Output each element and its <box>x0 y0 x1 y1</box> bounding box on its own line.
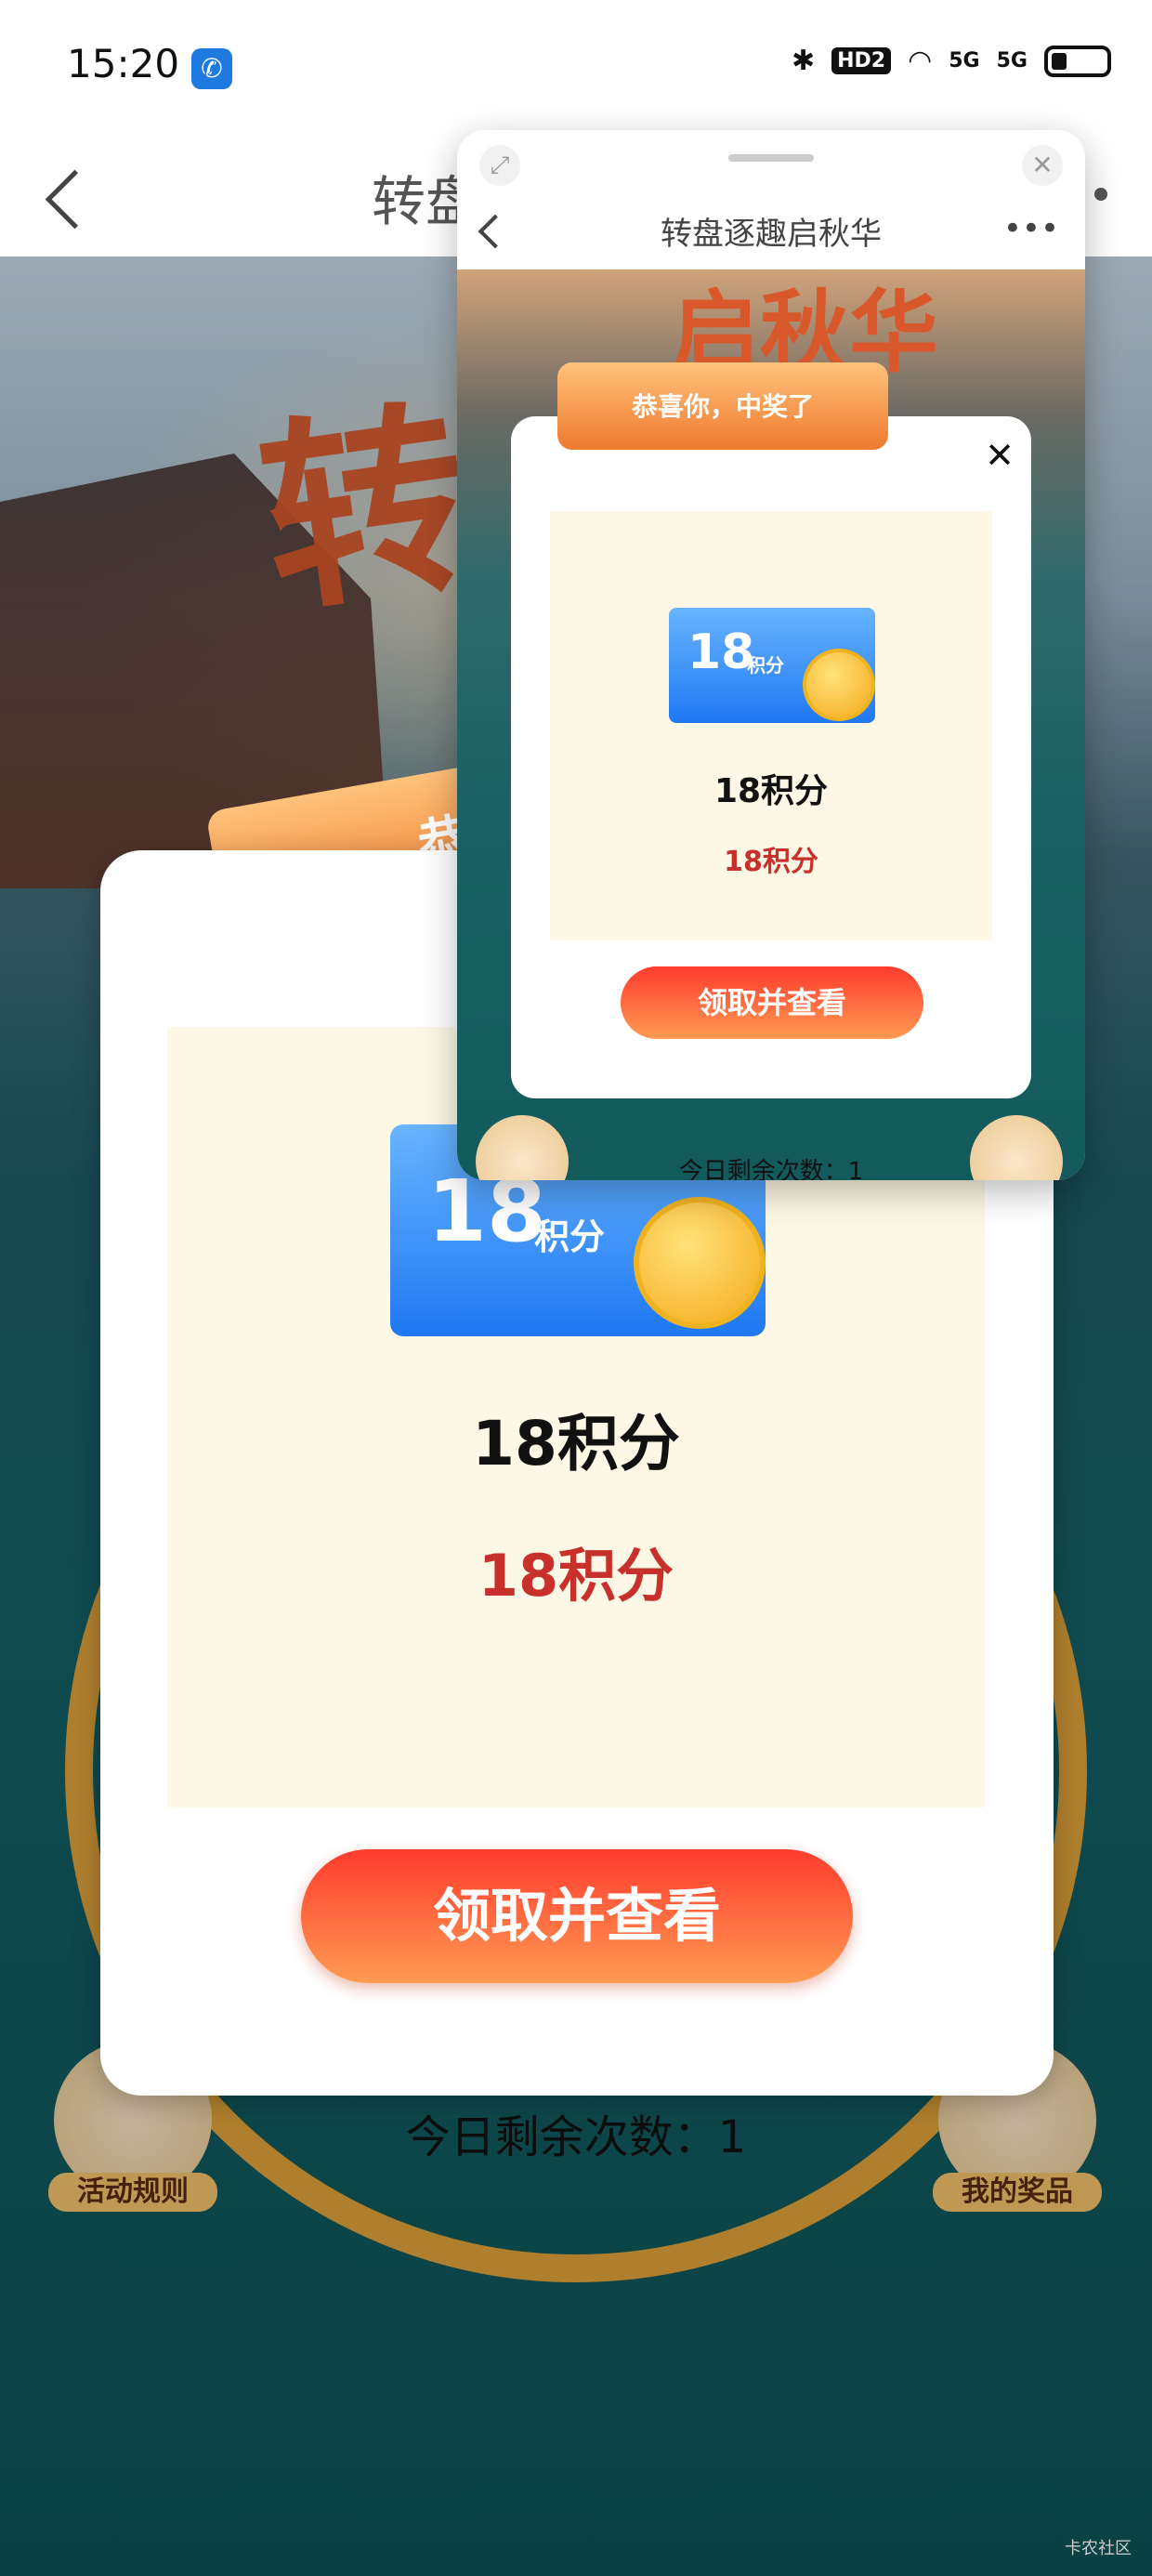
hd-voice-icon: HD2 <box>831 47 892 74</box>
claim-and-view-button[interactable]: 领取并查看 <box>621 966 923 1039</box>
badge-unit: 积分 <box>534 1216 606 1257</box>
claim-and-view-button[interactable]: 领取并查看 <box>301 1849 853 1983</box>
remaining-count: 今日剩余次数：1 <box>678 1158 864 1180</box>
status-bar: 15:20 ✆ ✱ HD2 ◠ 5G 5G <box>0 0 1152 138</box>
prize-name: 18积分 <box>472 1408 680 1479</box>
watermark: 卡农社区 <box>1065 2539 1132 2558</box>
floating-window-header: ⤢ ✕ 转盘逐趣启秋华 ••• <box>457 130 1085 269</box>
coin-icon <box>803 649 875 721</box>
congrats-ribbon-text: 恭喜你，中奖了 <box>631 391 814 422</box>
5g-signal-icon: 5G <box>996 49 1028 72</box>
points-badge: 18 积分 <box>669 608 875 723</box>
more-icon[interactable] <box>1094 188 1107 201</box>
battery-icon <box>1044 45 1111 77</box>
congrats-ribbon: 恭喜你，中奖了 <box>557 362 888 450</box>
phone-icon[interactable]: ✆ <box>191 48 232 89</box>
badge-unit: 积分 <box>747 654 784 677</box>
floating-window: ⤢ ✕ 转盘逐趣启秋华 ••• 启秋华 今日剩余次数：1 ✕ 18 积分 18积… <box>457 130 1085 1180</box>
close-icon[interactable]: ✕ <box>985 435 1015 476</box>
coin-icon <box>634 1197 766 1329</box>
prize-modal: ✕ 18 积分 18积分 18积分 领取并查看 <box>511 416 1031 1098</box>
prize-card: 18 积分 18积分 18积分 <box>550 511 992 940</box>
5g-signal-icon: 5G <box>949 49 980 72</box>
status-icons: ✱ HD2 ◠ 5G 5G <box>792 45 1111 77</box>
close-window-icon[interactable]: ✕ <box>1022 145 1063 186</box>
expand-icon[interactable]: ⤢ <box>479 145 520 186</box>
badge-number: 18 <box>687 624 755 680</box>
bluetooth-icon: ✱ <box>791 45 816 77</box>
status-time: 15:20 <box>67 41 180 86</box>
wifi-icon: ◠ <box>908 45 933 77</box>
back-icon[interactable] <box>45 169 105 230</box>
prize-name: 18积分 <box>713 772 829 810</box>
floating-window-title: 转盘逐趣启秋华 <box>661 216 882 253</box>
prize-value: 18积分 <box>724 846 818 878</box>
more-icon[interactable]: ••• <box>1003 210 1059 247</box>
prize-value: 18积分 <box>478 1542 674 1610</box>
drag-handle[interactable] <box>728 154 814 162</box>
